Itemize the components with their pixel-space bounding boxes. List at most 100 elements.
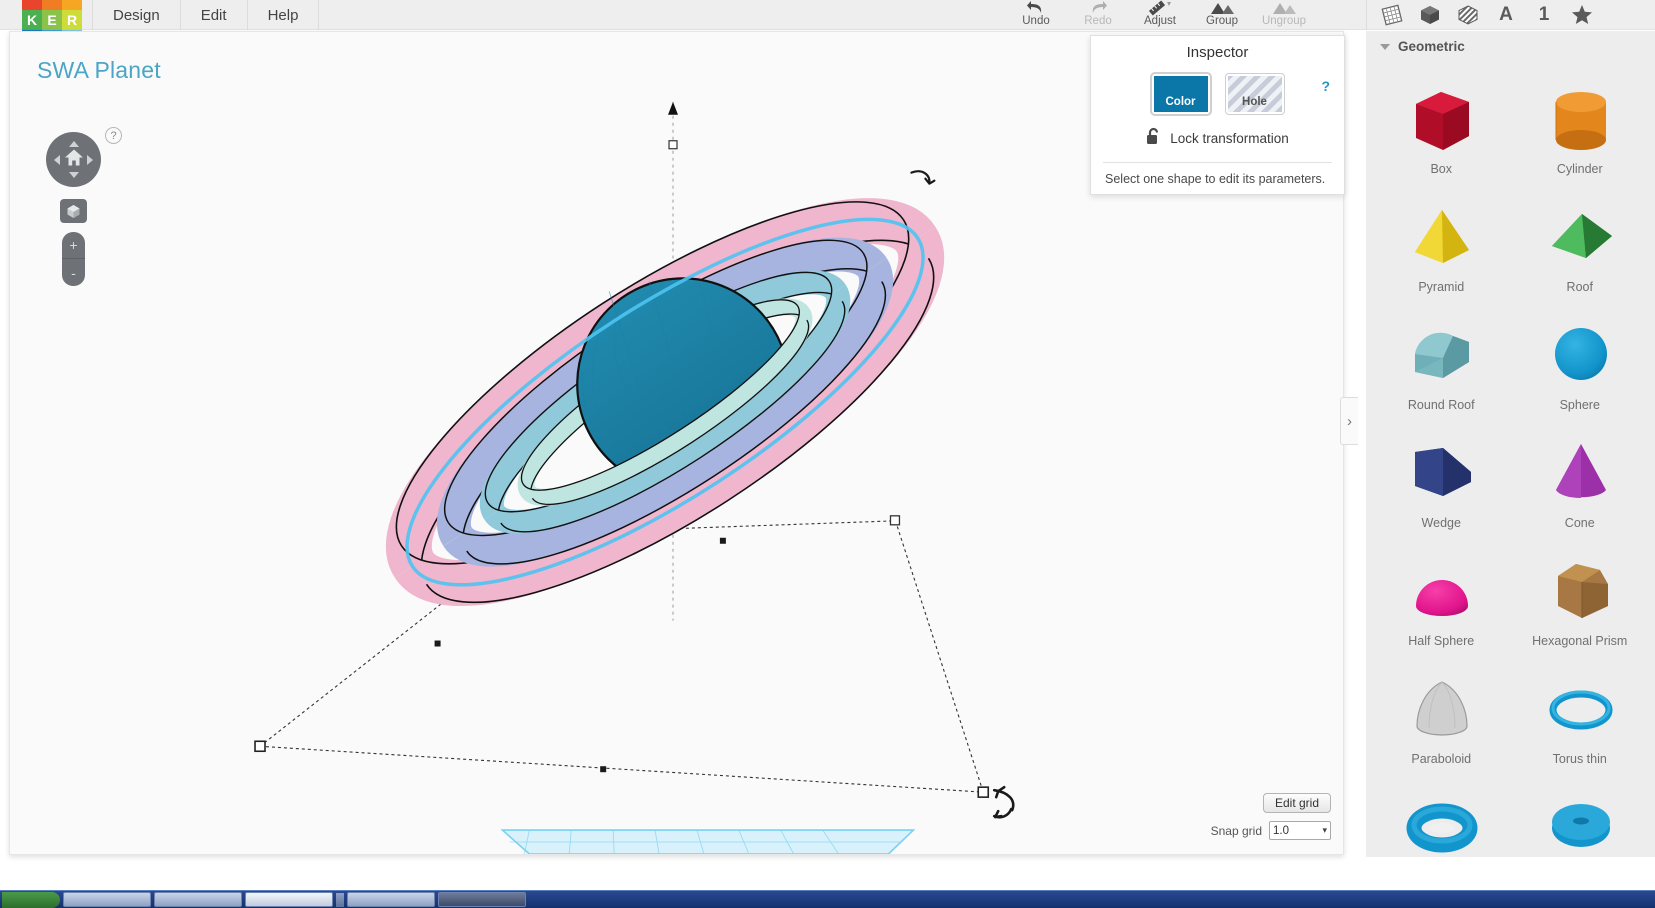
snap-grid-select[interactable]: 1.0 ▾ bbox=[1269, 821, 1331, 840]
zoom-out-button[interactable]: - bbox=[62, 259, 85, 286]
pyramid-shape-icon bbox=[1399, 198, 1483, 278]
striped-hole-cube-icon[interactable] bbox=[1455, 2, 1481, 28]
edit-grid-button[interactable]: Edit grid bbox=[1262, 793, 1331, 813]
menu-item-edit[interactable]: Edit bbox=[181, 0, 248, 30]
hole-swatch-label: Hole bbox=[1227, 76, 1282, 112]
sphere-shape-icon bbox=[1538, 316, 1622, 396]
rotate-handle-bottom-right[interactable] bbox=[992, 785, 1015, 819]
home-icon[interactable] bbox=[64, 148, 84, 171]
workplane-preview bbox=[500, 829, 916, 854]
color-swatch-button[interactable]: Color bbox=[1150, 73, 1211, 115]
shapes-category-header[interactable]: Geometric bbox=[1366, 31, 1655, 60]
sphere-facets bbox=[582, 281, 771, 488]
planet-with-rings[interactable] bbox=[350, 141, 979, 663]
taskbar-item[interactable] bbox=[245, 892, 333, 907]
taskbar-separator bbox=[336, 892, 344, 907]
group-button[interactable]: Group bbox=[1191, 0, 1253, 30]
star-icon[interactable] bbox=[1569, 2, 1595, 28]
shape-label: Pyramid bbox=[1418, 280, 1465, 294]
redo-label: Redo bbox=[1084, 15, 1112, 27]
taskbar-item[interactable] bbox=[438, 892, 526, 907]
redo-arrow-icon bbox=[1088, 0, 1108, 16]
shape-torus[interactable]: Torus bbox=[1372, 770, 1511, 857]
unlocked-padlock-icon bbox=[1146, 127, 1161, 150]
color-swatch-label: Color bbox=[1153, 76, 1208, 112]
half-sphere-shape-icon bbox=[1399, 552, 1483, 632]
number-one-icon[interactable]: 1 bbox=[1531, 2, 1557, 28]
wedge-shape-icon bbox=[1399, 434, 1483, 514]
rotate-handle-top-right[interactable] bbox=[910, 170, 936, 185]
menu-item-help[interactable]: Help bbox=[248, 0, 320, 30]
shape-roof[interactable]: Roof bbox=[1511, 180, 1650, 294]
shape-box[interactable]: Box bbox=[1372, 62, 1511, 176]
zoom-in-button[interactable]: + bbox=[62, 232, 85, 259]
redo-button[interactable]: Redo bbox=[1067, 0, 1129, 30]
hole-swatch-button[interactable]: Hole bbox=[1224, 73, 1285, 115]
view-icon-strip: A 1 bbox=[1366, 0, 1595, 30]
torus-shape-icon bbox=[1399, 788, 1483, 857]
shape-torus-thin[interactable]: Torus thin bbox=[1511, 652, 1650, 766]
logo-tile-0 bbox=[22, 0, 42, 10]
snap-grid-row: Snap grid 1.0 ▾ bbox=[1211, 821, 1331, 840]
caret-down-icon bbox=[1380, 43, 1390, 50]
logo-letter-r: R bbox=[62, 10, 82, 30]
group-label: Group bbox=[1206, 15, 1238, 27]
nav-arrow-down-icon[interactable] bbox=[68, 172, 79, 178]
shape-label: Roof bbox=[1566, 280, 1593, 294]
adjust-button[interactable]: Adjust bbox=[1129, 0, 1191, 30]
shape-hexagonal-prism[interactable]: Hexagonal Prism bbox=[1511, 534, 1650, 648]
shape-cylinder[interactable]: Cylinder bbox=[1511, 62, 1650, 176]
shape-half-sphere[interactable]: Half Sphere bbox=[1372, 534, 1511, 648]
shape-sphere[interactable]: Sphere bbox=[1511, 298, 1650, 412]
nav-arrow-right-icon[interactable] bbox=[87, 154, 93, 165]
solid-cube-icon[interactable] bbox=[1417, 2, 1443, 28]
group-mountains-icon bbox=[1209, 0, 1235, 16]
shape-label: Torus thin bbox=[1552, 752, 1607, 766]
selection-handles[interactable] bbox=[254, 515, 990, 798]
undo-button[interactable]: Undo bbox=[1005, 0, 1067, 30]
snap-grid-label: Snap grid bbox=[1210, 823, 1262, 838]
shape-paraboloid[interactable]: Paraboloid bbox=[1372, 652, 1511, 766]
nav-arrow-up-icon[interactable] bbox=[68, 141, 79, 147]
ungroup-button[interactable]: Ungroup bbox=[1253, 0, 1315, 30]
shapes-category-label: Geometric bbox=[1398, 39, 1465, 54]
workplane-grid-icon[interactable] bbox=[1379, 2, 1405, 28]
round-roof-shape-icon bbox=[1399, 316, 1483, 396]
logo-tile-2 bbox=[62, 0, 82, 10]
shape-label: Box bbox=[1430, 162, 1453, 176]
top-toolbar: K E R C A D Design Edit Help Undo R bbox=[0, 0, 1655, 46]
shape-label: Hexagonal Prism bbox=[1532, 634, 1628, 648]
undo-label: Undo bbox=[1022, 15, 1050, 27]
undo-arrow-icon bbox=[1026, 0, 1046, 16]
help-icon[interactable]: ? bbox=[105, 127, 122, 144]
shape-torus-thick[interactable]: Torus thick bbox=[1511, 770, 1650, 857]
box-shape-icon bbox=[1399, 80, 1483, 160]
torus-thick-shape-icon bbox=[1538, 788, 1622, 857]
shape-pyramid[interactable]: Pyramid bbox=[1372, 180, 1511, 294]
page-title: SWA Planet bbox=[37, 57, 161, 83]
os-taskbar bbox=[0, 890, 1655, 908]
inspector-note: Select one shape to edit its parameters. bbox=[1105, 172, 1326, 186]
orbit-nav-control[interactable] bbox=[46, 132, 101, 187]
text-letter-a-icon[interactable]: A bbox=[1493, 2, 1519, 28]
menu-item-design[interactable]: Design bbox=[92, 0, 181, 30]
shape-wedge[interactable]: Wedge bbox=[1372, 416, 1511, 530]
nav-arrow-left-icon[interactable] bbox=[54, 154, 60, 165]
taskbar-item[interactable] bbox=[63, 892, 151, 907]
app-logo[interactable]: K E R C A D bbox=[22, 0, 82, 46]
lock-transformation-row[interactable]: Lock transformation bbox=[1091, 127, 1344, 150]
shape-label: Sphere bbox=[1559, 398, 1600, 412]
shape-label: Cone bbox=[1564, 516, 1595, 530]
logo-tile-1 bbox=[42, 0, 62, 10]
shape-cone[interactable]: Cone bbox=[1511, 416, 1650, 530]
shape-label: Round Roof bbox=[1407, 398, 1475, 412]
roof-shape-icon bbox=[1538, 198, 1622, 278]
inspector-help-icon[interactable]: ? bbox=[1321, 78, 1330, 94]
shape-round-roof[interactable]: Round Roof bbox=[1372, 298, 1511, 412]
torus-thin-shape-icon bbox=[1538, 670, 1622, 750]
taskbar-item[interactable] bbox=[347, 892, 435, 907]
taskbar-item[interactable] bbox=[154, 892, 242, 907]
start-button[interactable] bbox=[2, 891, 60, 908]
collapse-panel-tab[interactable]: › bbox=[1340, 397, 1358, 445]
fit-to-view-cube-icon[interactable] bbox=[60, 199, 87, 223]
